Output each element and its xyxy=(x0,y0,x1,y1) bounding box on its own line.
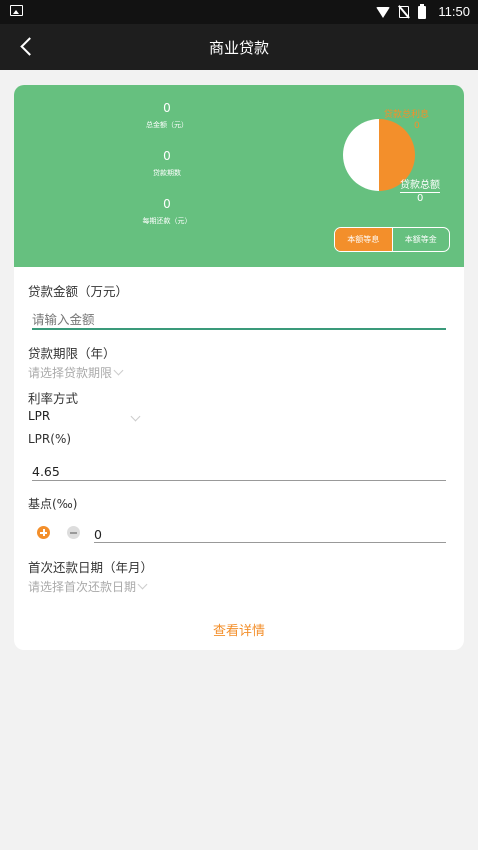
pie-interest-value: 0 xyxy=(414,121,420,131)
term-picker-text: 请选择贷款期限 xyxy=(28,366,113,380)
lpr-input[interactable] xyxy=(32,464,446,479)
chevron-down-icon xyxy=(137,579,148,590)
first-repay-label: 首次还款日期（年月） xyxy=(28,560,154,575)
status-time: 11:50 xyxy=(438,4,470,19)
amount-input[interactable] xyxy=(32,312,446,327)
minus-icon[interactable] xyxy=(67,526,80,539)
rate-mode-label: 利率方式 xyxy=(28,391,79,406)
lpr-field-container xyxy=(32,461,446,481)
amount-field-container xyxy=(32,309,446,330)
no-sim-icon xyxy=(399,6,409,18)
loan-total-value: 0 xyxy=(417,193,424,204)
stat-total-amount: 0 总金额（元） xyxy=(112,101,222,130)
loan-total-label: 贷款总额 xyxy=(400,176,440,193)
toggle-equal-interest[interactable]: 本额等息 xyxy=(335,228,392,251)
page-title: 商业贷款 xyxy=(208,39,269,57)
plus-icon[interactable] xyxy=(37,526,50,539)
stat-value: 0 xyxy=(163,149,171,163)
pie-interest-label: 贷款总利息 xyxy=(384,110,430,120)
first-repay-picker-text: 请选择首次还款日期 xyxy=(28,580,137,594)
summary-panel: 0 总金额（元） 0 贷款期数 0 每期还款（元） 贷款总利息 0 贷款总额 0… xyxy=(14,85,464,267)
lpr-label: LPR(%) xyxy=(28,432,72,446)
wifi-icon xyxy=(376,6,390,18)
stat-label: 每期还款（元） xyxy=(142,217,192,225)
rate-mode-value: LPR xyxy=(28,409,51,423)
basis-label: 基点(‰) xyxy=(28,497,78,511)
term-label: 贷款期限（年） xyxy=(28,346,116,361)
amount-label: 贷款金额（万元） xyxy=(28,284,129,299)
gallery-icon xyxy=(10,5,23,16)
status-bar: 11:50 xyxy=(0,0,478,24)
toggle-equal-principal[interactable]: 本额等金 xyxy=(391,228,450,251)
stat-label: 总金额（元） xyxy=(146,121,188,129)
battery-icon xyxy=(418,3,426,19)
chevron-down-icon xyxy=(130,411,141,422)
basis-input[interactable] xyxy=(94,527,446,542)
stat-value: 0 xyxy=(163,101,171,115)
chevron-down-icon xyxy=(113,365,124,376)
stat-label: 贷款期数 xyxy=(153,169,181,177)
repayment-method-toggle: 本额等息 本额等金 xyxy=(334,227,450,252)
basis-field-container xyxy=(94,524,446,543)
rate-mode-picker[interactable]: LPR xyxy=(28,409,148,423)
stat-periods: 0 贷款期数 xyxy=(112,149,222,178)
term-picker[interactable]: 请选择贷款期限 xyxy=(28,364,124,381)
first-repay-picker[interactable]: 请选择首次还款日期 xyxy=(28,578,148,595)
view-details-button[interactable]: 查看详情 xyxy=(14,620,464,639)
app-bar: 商业贷款 xyxy=(0,24,478,70)
stat-value: 0 xyxy=(163,197,171,211)
stat-per-period: 0 每期还款（元） xyxy=(112,197,222,226)
status-icons xyxy=(376,3,426,19)
loan-card: 0 总金额（元） 0 贷款期数 0 每期还款（元） 贷款总利息 0 贷款总额 0… xyxy=(14,85,464,650)
